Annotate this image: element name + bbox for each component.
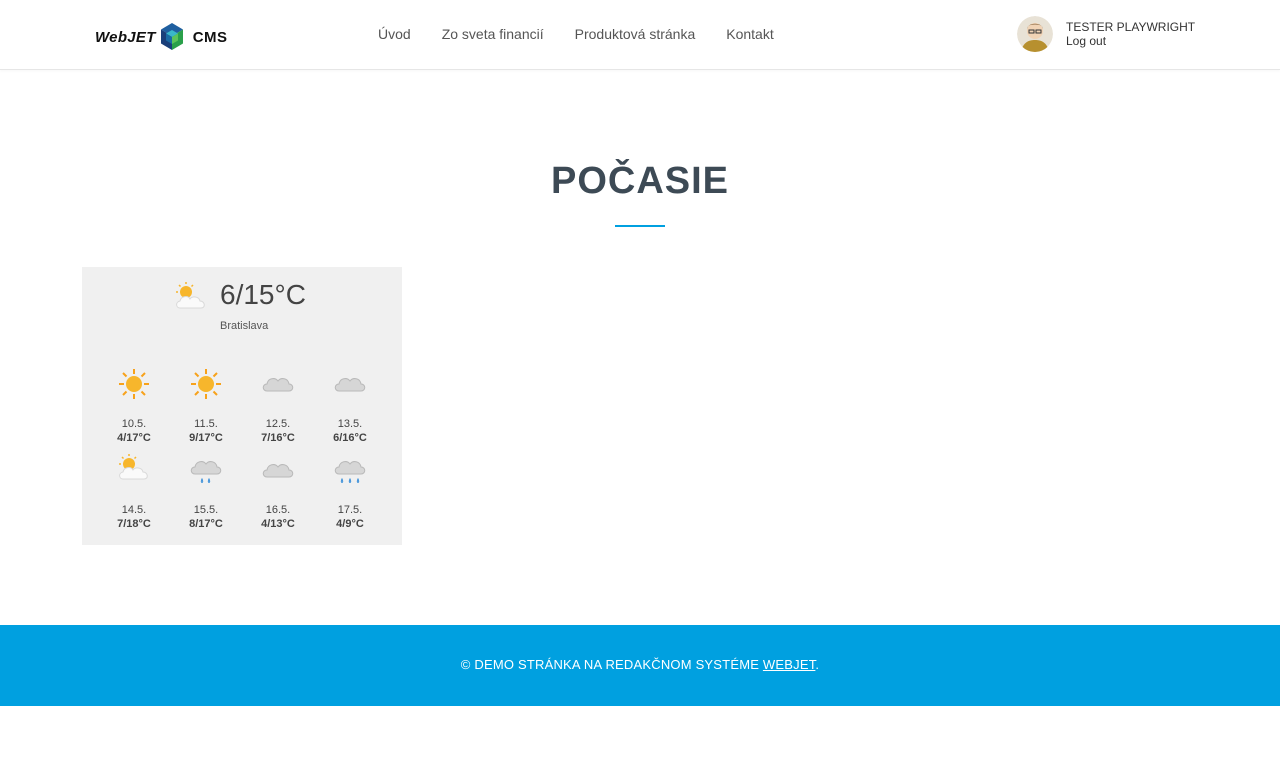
copyright-text: © DEMO STRÁNKA NA REDAKČNOM SYSTÉME [460, 657, 763, 672]
logo-product: CMS [192, 28, 228, 46]
footer-text: © DEMO STRÁNKA NA REDAKČNOM SYSTÉME WEBJ… [0, 657, 1280, 672]
forecast-temperature: 7/16°C [261, 432, 295, 444]
nav-item-produktova-stranka[interactable]: Produktová stránka [575, 26, 696, 42]
page-title: POČASIE [550, 160, 730, 202]
forecast-day: 11.5. 9/17°C [170, 366, 242, 445]
sun-icon [191, 369, 221, 399]
forecast-row: 14.5. 7/18°C 15.5. 8/17°C 16.5. 4/13°C 1… [98, 452, 386, 531]
forecast-date: 11.5. [194, 418, 218, 430]
site-logo[interactable]: WebJET CMS [95, 22, 228, 52]
current-weather: 6/15°C [172, 279, 306, 313]
forecast-temperature: 7/18°C [117, 518, 151, 530]
forecast-date: 16.5. [265, 504, 291, 516]
cloud-icon [262, 378, 294, 392]
forecast-date: 10.5. [121, 418, 147, 430]
forecast-day: 17.5. 4/9°C [314, 452, 386, 531]
current-temperature: 6/15°C [220, 279, 306, 310]
site-header: WebJET CMS Úvod Zo sveta financií Produk… [0, 0, 1280, 70]
forecast-day: 10.5. 4/17°C [98, 366, 170, 445]
forecast-date: 15.5. [193, 504, 219, 516]
forecast-date: 12.5. [265, 418, 291, 430]
user-name: TESTER PLAYWRIGHT [1066, 20, 1196, 34]
light-rain-icon [190, 461, 222, 484]
main-nav: Úvod Zo sveta financií Produktová stránk… [378, 26, 805, 42]
sun-icon [119, 369, 149, 399]
nav-item-zo-sveta-financii[interactable]: Zo sveta financií [442, 26, 544, 42]
logo-wordmark: WebJET [95, 28, 156, 46]
footer-suffix: . [815, 657, 820, 672]
forecast-row: 10.5. 4/17°C 11.5. 9/17°C 12.5. 7/16°C 1… [98, 366, 386, 445]
avatar[interactable] [1017, 16, 1053, 52]
weather-widget: 6/15°C Bratislava 10.5. 4/17°C 11.5. 9/1… [82, 267, 402, 545]
forecast-temperature: 4/17°C [117, 432, 151, 444]
forecast-day: 14.5. 7/18°C [98, 452, 170, 531]
user-avatar-icon [1017, 16, 1053, 52]
forecast-day: 13.5. 6/16°C [314, 366, 386, 445]
partly-cloudy-icon [176, 282, 205, 309]
nav-item-kontakt[interactable]: Kontakt [726, 26, 773, 42]
logout-link[interactable]: Log out [1066, 34, 1195, 48]
forecast-day: 16.5. 4/13°C [242, 452, 314, 531]
user-panel: TESTER PLAYWRIGHT Log out [1017, 16, 1195, 52]
forecast-day: 15.5. 8/17°C [170, 452, 242, 531]
forecast-date: 17.5. [337, 504, 363, 516]
site-footer: © DEMO STRÁNKA NA REDAKČNOM SYSTÉME WEBJ… [0, 625, 1280, 706]
forecast-temperature: 4/9°C [336, 518, 364, 530]
title-divider [615, 225, 665, 227]
forecast-date: 13.5. [337, 418, 363, 430]
webjet-link[interactable]: WEBJET [763, 657, 815, 672]
forecast-temperature: 6/16°C [333, 432, 367, 444]
forecast-temperature: 8/17°C [189, 518, 223, 530]
user-info: TESTER PLAYWRIGHT Log out [1066, 20, 1195, 48]
forecast-date: 14.5. [121, 504, 147, 516]
rain-icon [334, 461, 366, 484]
logo-cube-icon [160, 23, 183, 50]
forecast-temperature: 9/17°C [189, 432, 223, 444]
forecast-temperature: 4/13°C [261, 518, 295, 530]
cloud-icon [334, 378, 366, 392]
partly-cloudy-icon [119, 454, 148, 480]
nav-item-uvod[interactable]: Úvod [378, 26, 411, 42]
city-name: Bratislava [220, 320, 269, 332]
forecast-day: 12.5. 7/16°C [242, 366, 314, 445]
cloud-icon [262, 464, 294, 478]
